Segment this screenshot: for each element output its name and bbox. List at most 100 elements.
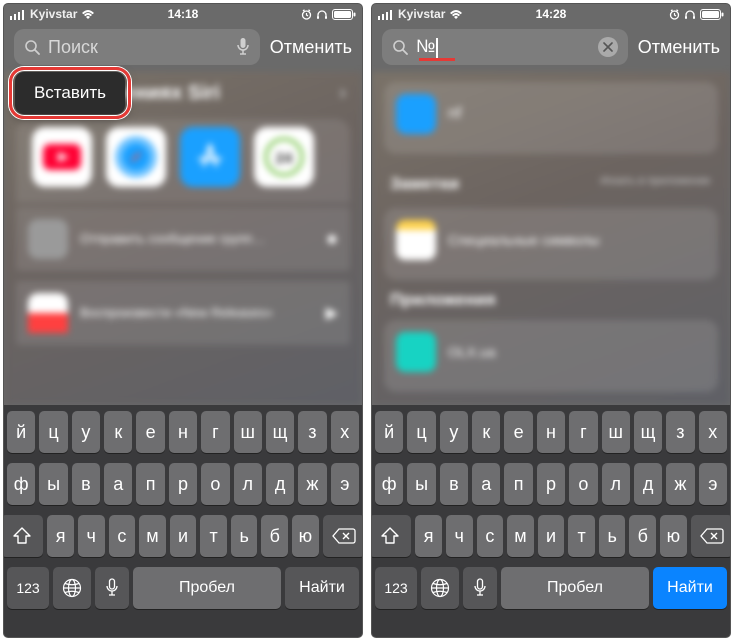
key-ы[interactable]: ы [39, 463, 67, 505]
siri-suggestion-2[interactable]: Воспроизвести «New Releases» ▶ [16, 281, 350, 345]
key-в[interactable]: в [72, 463, 100, 505]
key-ь[interactable]: ь [599, 515, 626, 557]
key-ю[interactable]: ю [660, 515, 687, 557]
backspace-key[interactable] [323, 515, 362, 557]
globe-key[interactable] [421, 567, 459, 609]
key-я[interactable]: я [415, 515, 442, 557]
app-appstore[interactable] [180, 127, 240, 187]
key-ц[interactable]: ц [39, 411, 67, 453]
result-note[interactable]: Специальные символы [384, 208, 718, 280]
shift-key[interactable] [372, 515, 411, 557]
result-app[interactable]: OLX.ua [384, 320, 718, 392]
key-э[interactable]: э [331, 463, 359, 505]
key-л[interactable]: л [234, 463, 262, 505]
key-ь[interactable]: ь [231, 515, 258, 557]
key-г[interactable]: г [201, 411, 229, 453]
key-х[interactable]: х [699, 411, 727, 453]
key-у[interactable]: у [72, 411, 100, 453]
app-safari[interactable] [106, 127, 166, 187]
clear-button[interactable] [598, 37, 618, 57]
numbers-key[interactable]: 123 [7, 567, 49, 609]
key-ц[interactable]: ц [407, 411, 435, 453]
result-top-hit[interactable]: nf [384, 82, 718, 154]
globe-key[interactable] [53, 567, 91, 609]
dictation-icon[interactable] [236, 37, 250, 57]
dictation-key[interactable] [95, 567, 129, 609]
key-с[interactable]: с [109, 515, 136, 557]
key-з[interactable]: з [666, 411, 694, 453]
search-input[interactable]: № [416, 36, 590, 57]
key-л[interactable]: л [602, 463, 630, 505]
key-ч[interactable]: ч [78, 515, 105, 557]
key-п[interactable]: п [504, 463, 532, 505]
key-т[interactable]: т [200, 515, 227, 557]
return-key[interactable]: Найти [285, 567, 359, 609]
key-с[interactable]: с [477, 515, 504, 557]
siri-suggestion-1[interactable]: Отправить сообщение групп… ● [16, 207, 350, 271]
numbers-key[interactable]: 123 [375, 567, 417, 609]
key-ю[interactable]: ю [292, 515, 319, 557]
dictation-key[interactable] [463, 567, 497, 609]
key-ш[interactable]: ш [234, 411, 262, 453]
key-а[interactable]: а [104, 463, 132, 505]
cancel-button[interactable]: Отменить [270, 37, 352, 58]
key-а[interactable]: а [472, 463, 500, 505]
section-hint[interactable]: Искать в приложении [600, 175, 710, 187]
key-з[interactable]: з [298, 411, 326, 453]
key-т[interactable]: т [568, 515, 595, 557]
globe-icon [430, 578, 450, 598]
key-д[interactable]: д [634, 463, 662, 505]
key-р[interactable]: р [169, 463, 197, 505]
app-youtube[interactable] [32, 127, 92, 187]
key-к[interactable]: к [472, 411, 500, 453]
key-я[interactable]: я [47, 515, 74, 557]
key-г[interactable]: г [569, 411, 597, 453]
key-р[interactable]: р [537, 463, 565, 505]
key-ж[interactable]: ж [298, 463, 326, 505]
space-key[interactable]: Пробел [133, 567, 281, 609]
key-м[interactable]: м [139, 515, 166, 557]
key-б[interactable]: б [261, 515, 288, 557]
key-о[interactable]: о [201, 463, 229, 505]
suggestion-title: Отправить сообщение групп… [80, 231, 314, 247]
key-щ[interactable]: щ [634, 411, 662, 453]
return-key[interactable]: Найти [653, 567, 727, 609]
shift-key[interactable] [4, 515, 43, 557]
key-и[interactable]: и [170, 515, 197, 557]
space-key[interactable]: Пробел [501, 567, 649, 609]
key-ч[interactable]: ч [446, 515, 473, 557]
key-н[interactable]: н [537, 411, 565, 453]
key-в[interactable]: в [440, 463, 468, 505]
key-ф[interactable]: ф [375, 463, 403, 505]
key-э[interactable]: э [699, 463, 727, 505]
key-ж[interactable]: ж [666, 463, 694, 505]
key-ш[interactable]: ш [602, 411, 630, 453]
key-е[interactable]: е [136, 411, 164, 453]
key-ы[interactable]: ы [407, 463, 435, 505]
key-щ[interactable]: щ [266, 411, 294, 453]
key-й[interactable]: й [7, 411, 35, 453]
key-б[interactable]: б [629, 515, 656, 557]
key-й[interactable]: й [375, 411, 403, 453]
chevron-right-icon[interactable]: › [339, 82, 346, 105]
key-м[interactable]: м [507, 515, 534, 557]
key-и[interactable]: и [538, 515, 565, 557]
search-input[interactable]: Поиск [48, 37, 228, 58]
app-privat24[interactable]: 24 [254, 127, 314, 187]
key-к[interactable]: к [104, 411, 132, 453]
section-notes-title: Заметки [390, 174, 459, 194]
key-х[interactable]: х [331, 411, 359, 453]
key-о[interactable]: о [569, 463, 597, 505]
key-п[interactable]: п [136, 463, 164, 505]
cancel-button[interactable]: Отменить [638, 37, 720, 58]
search-value: № [416, 36, 435, 56]
content-blur-area: жениях Siri › 24 Отправить сообщение гру… [4, 72, 362, 405]
note-icon [396, 220, 436, 260]
backspace-key[interactable] [691, 515, 730, 557]
key-у[interactable]: у [440, 411, 468, 453]
search-field[interactable]: Поиск [14, 29, 260, 65]
key-ф[interactable]: ф [7, 463, 35, 505]
key-е[interactable]: е [504, 411, 532, 453]
key-д[interactable]: д [266, 463, 294, 505]
key-н[interactable]: н [169, 411, 197, 453]
